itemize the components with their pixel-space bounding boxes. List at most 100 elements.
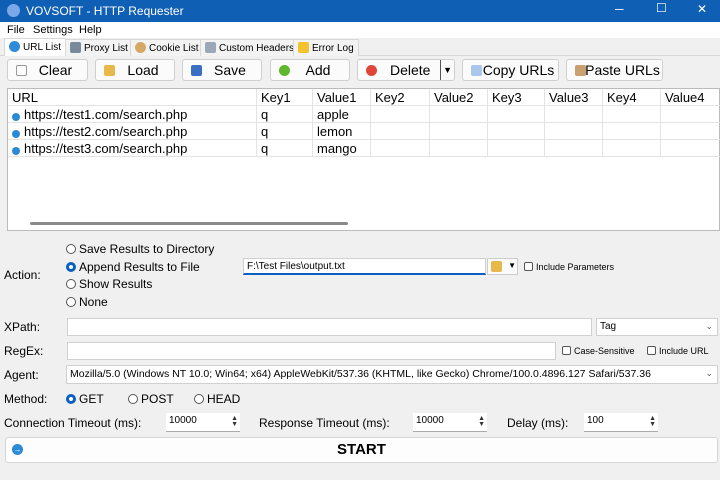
grid-cell[interactable]	[603, 140, 661, 157]
cell-text: q	[261, 141, 269, 156]
grid-cell[interactable]	[488, 140, 545, 157]
radio-head[interactable]: HEAD	[194, 392, 240, 406]
browse-file-button[interactable]: ▼	[487, 258, 518, 275]
connection-timeout-input[interactable]: 10000 ▲ ▼	[166, 413, 240, 432]
folder-icon	[491, 261, 502, 272]
column-header[interactable]: Value1	[313, 89, 371, 106]
grid-cell[interactable]	[430, 106, 488, 123]
menu-help[interactable]: Help	[79, 24, 102, 36]
grid-cell[interactable]	[488, 123, 545, 140]
grid-cell[interactable]	[371, 140, 430, 157]
url-grid[interactable]: URL Key1 Value1 Key2 Value2 Key3 Value3 Key4 Val…	[7, 88, 720, 231]
maximize-button[interactable]: ☐	[656, 1, 667, 15]
grid-cell[interactable]	[545, 106, 603, 123]
grid-cell[interactable]	[430, 123, 488, 140]
column-header[interactable]: Value4	[661, 89, 720, 106]
menu-file[interactable]: File	[7, 24, 25, 36]
horizontal-scrollbar[interactable]	[30, 222, 348, 225]
app-icon	[7, 4, 20, 17]
xpath-type-select[interactable]: Tag ⌄	[596, 318, 718, 336]
cell-text: q	[261, 124, 269, 139]
delay-input[interactable]: 100 ▲ ▼	[584, 413, 658, 432]
grid-cell[interactable]	[371, 106, 430, 123]
radio-circle	[66, 262, 76, 272]
cookie-icon	[135, 42, 146, 53]
spinner-icon[interactable]: ▲ ▼	[231, 415, 238, 428]
start-button[interactable]: → START	[5, 437, 718, 463]
url-cell[interactable]: https://test3.com/search.php	[8, 140, 257, 157]
grid-cell[interactable]	[430, 140, 488, 157]
response-timeout-label: Response Timeout (ms):	[259, 416, 390, 430]
tab-custom-headers[interactable]: Custom Headers	[200, 39, 300, 56]
column-header[interactable]: Value3	[545, 89, 603, 106]
column-header[interactable]: Key4	[603, 89, 661, 106]
grid-cell[interactable]: apple	[313, 106, 371, 123]
title-bar: VOVSOFT - HTTP Requester ─ ☐ ✕	[0, 0, 720, 22]
arrow-right-icon: →	[12, 444, 23, 455]
radio-none[interactable]: None	[66, 295, 108, 309]
grid-cell[interactable]: q	[257, 123, 313, 140]
delete-button[interactable]: Delete ▼	[357, 59, 455, 81]
menu-settings[interactable]: Settings	[33, 24, 73, 36]
spinner-icon[interactable]: ▲ ▼	[478, 415, 485, 428]
add-button[interactable]: Add	[270, 59, 350, 81]
folder-icon	[104, 65, 115, 76]
radio-get[interactable]: GET	[66, 392, 104, 406]
grid-cell[interactable]	[603, 106, 661, 123]
tab-cookie-list[interactable]: Cookie List	[130, 39, 204, 56]
load-button[interactable]: Load	[95, 59, 175, 81]
paste-urls-button[interactable]: Paste URLs	[566, 59, 663, 81]
radio-append-to-file[interactable]: Append Results to File	[66, 260, 200, 274]
url-cell[interactable]: https://test2.com/search.php	[8, 123, 257, 140]
minimize-button[interactable]: ─	[615, 2, 624, 16]
output-file-input[interactable]: F:\Test Files\output.txt	[243, 258, 486, 275]
radio-circle	[194, 394, 204, 404]
grid-cell[interactable]	[488, 106, 545, 123]
window-title: VOVSOFT - HTTP Requester	[26, 4, 184, 18]
column-header[interactable]: Key3	[488, 89, 545, 106]
copy-icon	[471, 65, 482, 76]
chevron-down-icon: ▼	[508, 261, 516, 270]
column-header[interactable]: Value2	[430, 89, 488, 106]
cell-text: mango	[317, 141, 357, 156]
tab-error-log[interactable]: Error Log	[293, 39, 359, 56]
grid-cell[interactable]	[545, 140, 603, 157]
column-header[interactable]: Key2	[371, 89, 430, 106]
grid-cell[interactable]: mango	[313, 140, 371, 157]
url-cell[interactable]: https://test1.com/search.php	[8, 106, 257, 123]
grid-cell[interactable]	[603, 123, 661, 140]
save-button[interactable]: Save	[182, 59, 262, 81]
case-sensitive-checkbox[interactable]: Case-Sensitive	[562, 346, 635, 356]
cell-text: lemon	[317, 124, 353, 139]
response-timeout-input[interactable]: 10000 ▲ ▼	[413, 413, 487, 432]
grid-cell[interactable]	[371, 123, 430, 140]
radio-show-results[interactable]: Show Results	[66, 277, 152, 291]
grid-cell[interactable]	[661, 106, 720, 123]
grid-cell[interactable]	[661, 140, 720, 157]
radio-post[interactable]: POST	[128, 392, 174, 406]
spinner-icon[interactable]: ▲ ▼	[649, 415, 656, 428]
radio-save-to-directory[interactable]: Save Results to Directory	[66, 242, 214, 256]
checkbox-box	[524, 262, 533, 271]
tab-proxy-list[interactable]: Proxy List	[65, 39, 133, 56]
regex-input[interactable]	[67, 342, 556, 360]
copy-urls-button[interactable]: Copy URLs	[462, 59, 559, 81]
grid-cell[interactable]	[545, 123, 603, 140]
action-label: Action:	[4, 268, 41, 282]
close-button[interactable]: ✕	[697, 2, 707, 16]
grid-cell[interactable]: lemon	[313, 123, 371, 140]
edit-icon	[205, 42, 216, 53]
tab-url-list[interactable]: URL List	[4, 38, 66, 56]
delete-dropdown-arrow[interactable]: ▼	[440, 60, 452, 80]
include-url-checkbox[interactable]: Include URL	[647, 346, 709, 356]
grid-cell[interactable]	[661, 123, 720, 140]
grid-cell[interactable]: q	[257, 106, 313, 123]
column-header[interactable]: Key1	[257, 89, 313, 106]
xpath-input[interactable]	[67, 318, 592, 336]
include-parameters-checkbox[interactable]: Include Parameters	[524, 262, 614, 272]
url-icon	[12, 147, 20, 155]
clear-button[interactable]: Clear	[7, 59, 88, 81]
grid-cell[interactable]: q	[257, 140, 313, 157]
agent-select[interactable]: Mozilla/5.0 (Windows NT 10.0; Win64; x64…	[66, 365, 718, 384]
column-header[interactable]: URL	[8, 89, 257, 106]
